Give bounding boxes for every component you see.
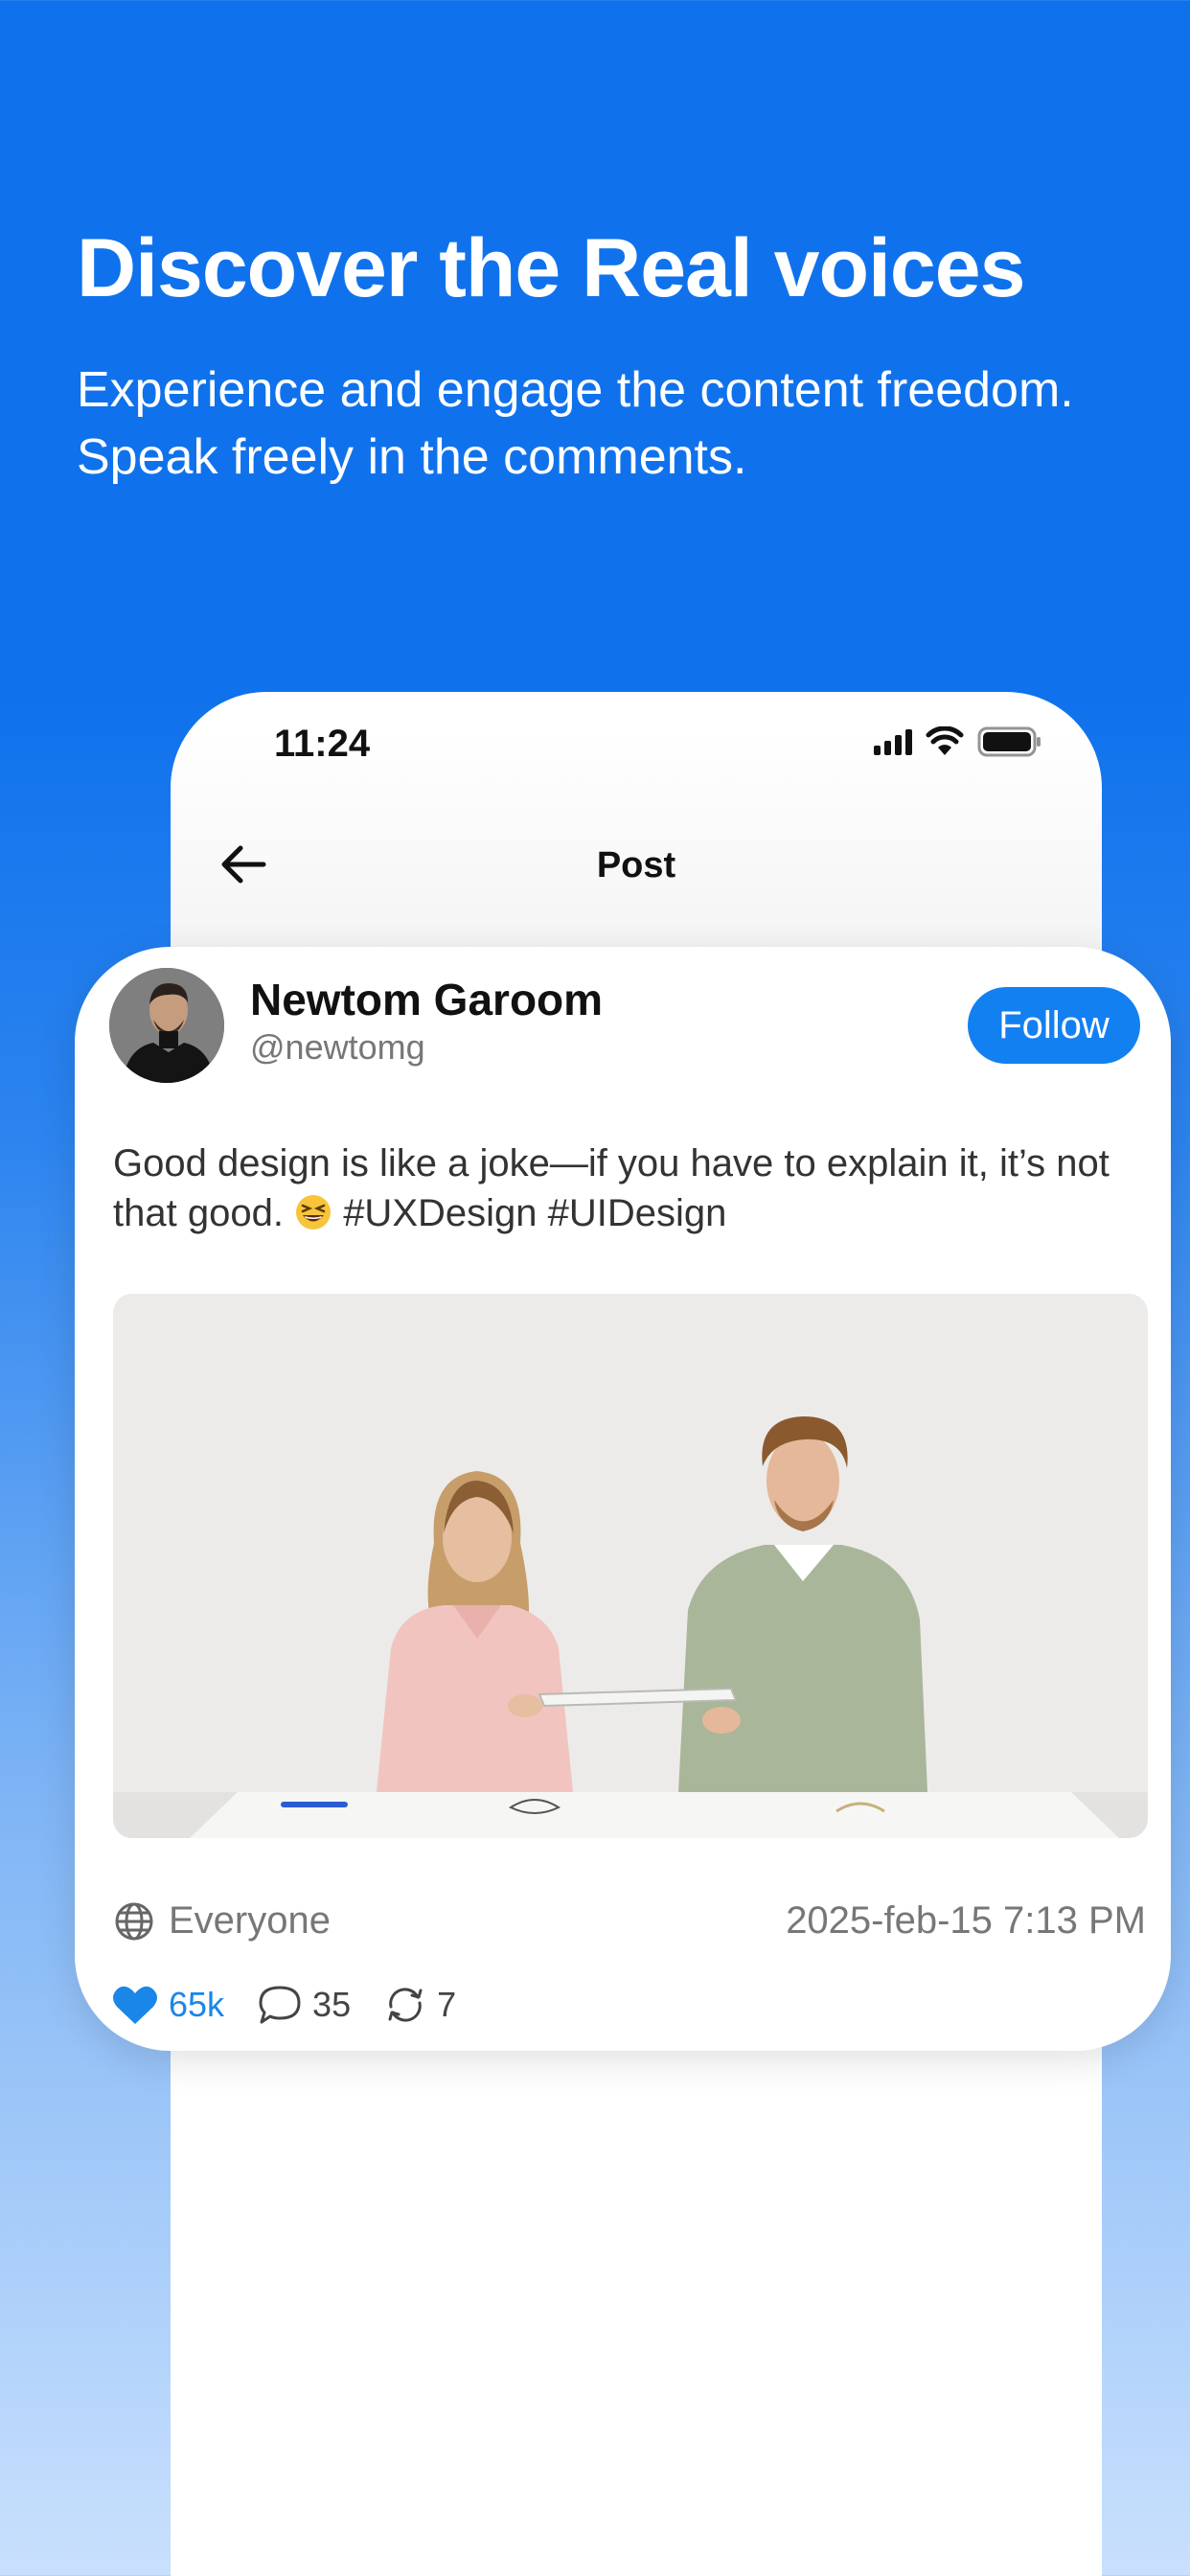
globe-icon bbox=[115, 1902, 153, 1940]
heart-icon bbox=[113, 1986, 157, 2024]
hero-title: Discover the Real voices bbox=[77, 222, 1025, 314]
comment-icon bbox=[259, 1986, 301, 2024]
author-handle[interactable]: @newtomg bbox=[250, 1027, 425, 1068]
page-title: Post bbox=[596, 845, 676, 886]
audience-label: Everyone bbox=[169, 1899, 331, 1942]
likes-count: 65k bbox=[169, 1985, 225, 2024]
follow-button[interactable]: Follow bbox=[968, 987, 1140, 1064]
repost-icon bbox=[388, 1988, 423, 2022]
signal-icon bbox=[874, 728, 912, 755]
repost-button[interactable]: 7 bbox=[383, 1984, 456, 2026]
status-icons bbox=[874, 726, 1042, 757]
reposts-count: 7 bbox=[437, 1985, 457, 2024]
grinning-squinting-face-icon bbox=[296, 1195, 332, 1230]
audience-setting[interactable]: Everyone bbox=[113, 1899, 331, 1943]
post-actions: 65k 35 7 bbox=[111, 1984, 489, 2026]
post-card[interactable]: Newtom Garoom @newtomg Follow Good desig… bbox=[75, 947, 1171, 2051]
comment-button[interactable]: 35 bbox=[257, 1984, 351, 2026]
like-button[interactable]: 65k bbox=[111, 1984, 224, 2026]
post-hashtags[interactable]: #UXDesign #UIDesign bbox=[343, 1192, 726, 1234]
status-time: 11:24 bbox=[274, 723, 371, 765]
avatar[interactable] bbox=[109, 968, 224, 1083]
post-text: Good design is like a joke—if you have t… bbox=[113, 1138, 1138, 1238]
battery-icon bbox=[977, 726, 1041, 757]
wifi-icon bbox=[926, 726, 964, 755]
post-timestamp: 2025-feb-15 7:13 PM bbox=[786, 1899, 1146, 1942]
post-image[interactable] bbox=[113, 1294, 1148, 1838]
comments-count: 35 bbox=[312, 1985, 352, 2024]
avatar-image bbox=[109, 968, 224, 1083]
author-name[interactable]: Newtom Garoom bbox=[250, 974, 603, 1025]
post-photo bbox=[113, 1294, 1148, 1838]
hero-subtitle: Experience and engage the content freedo… bbox=[77, 362, 1074, 485]
